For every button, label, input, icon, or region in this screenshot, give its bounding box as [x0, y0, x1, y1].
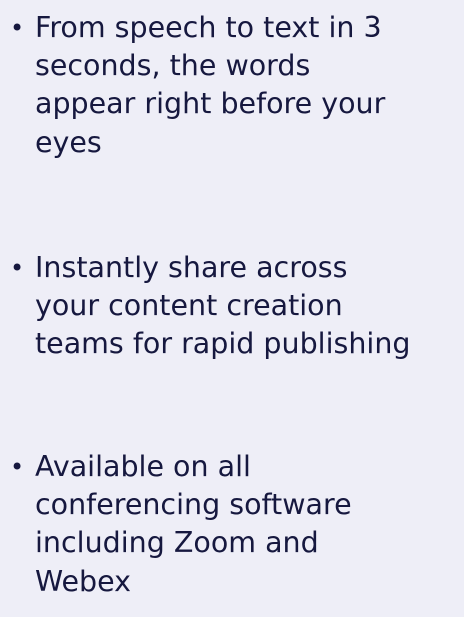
bullet-point: •	[10, 14, 25, 42]
feature-item: • Available on all conferencing software…	[10, 448, 460, 601]
feature-text: Instantly share across your content crea…	[35, 251, 411, 361]
bullet-point: •	[10, 254, 25, 282]
feature-item: • From speech to text in 3 seconds, the …	[10, 9, 460, 162]
feature-item: • Instantly share across your content cr…	[10, 249, 460, 364]
feature-text: From speech to text in 3 seconds, the wo…	[35, 11, 386, 159]
bullet-point: •	[10, 453, 25, 481]
feature-list: • From speech to text in 3 seconds, the …	[0, 0, 464, 617]
feature-text: Available on all conferencing software i…	[35, 450, 352, 598]
